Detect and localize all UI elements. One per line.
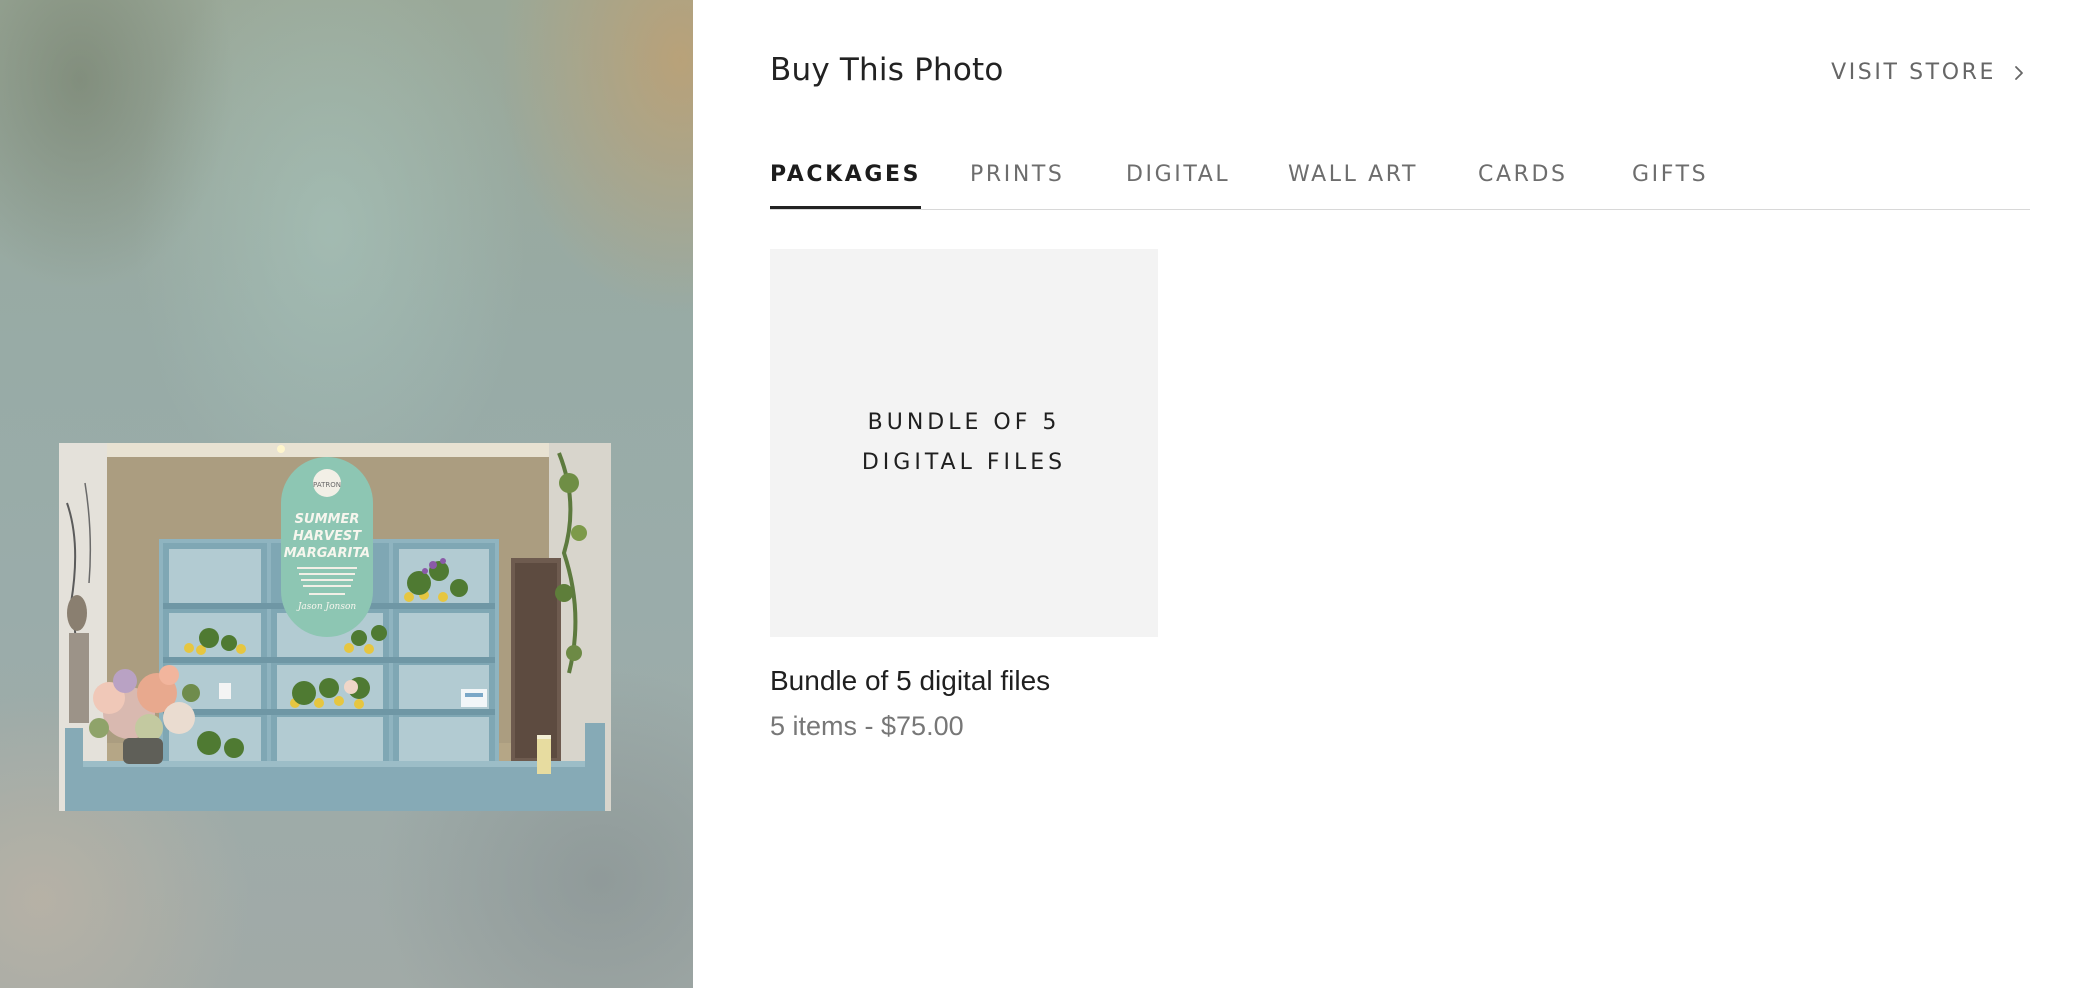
category-tabs: PACKAGES PRINTS DIGITAL WALL ART CARDS G…	[770, 155, 2030, 210]
tab-packages[interactable]: PACKAGES	[770, 159, 922, 209]
thumbnail-line-1: BUNDLE OF 5	[867, 410, 1061, 435]
product-name[interactable]: Bundle of 5 digital files	[770, 665, 1158, 697]
svg-text:Jason Jonson: Jason Jonson	[296, 602, 357, 612]
tab-cards[interactable]: CARDS	[1478, 159, 1568, 207]
tab-digital[interactable]: DIGITAL	[1126, 159, 1230, 207]
page-title: Buy This Photo	[770, 52, 1004, 88]
product-card[interactable]: BUNDLE OF 5 DIGITAL FILES Bundle of 5 di…	[770, 249, 1158, 742]
tab-prints[interactable]: PRINTS	[970, 159, 1065, 207]
thumbnail-line-2: DIGITAL FILES	[861, 450, 1067, 475]
visit-store-label: VISIT STORE	[1831, 60, 1996, 85]
tab-gifts[interactable]: GIFTS	[1632, 159, 1708, 207]
product-price: 5 items - $75.00	[770, 711, 964, 741]
svg-text:HARVEST: HARVEST	[293, 529, 362, 544]
visit-store-link[interactable]: VISIT STORE	[1831, 60, 2028, 85]
svg-text:PATRON: PATRON	[313, 481, 341, 489]
photo-pane: PATRON SUMMER HARVEST MARGARITA Jason Jo…	[0, 0, 693, 988]
product-photo: PATRON SUMMER HARVEST MARGARITA Jason Jo…	[59, 443, 611, 811]
product-thumbnail[interactable]: BUNDLE OF 5 DIGITAL FILES	[770, 249, 1158, 637]
svg-text:SUMMER: SUMMER	[295, 512, 360, 527]
chevron-right-icon	[2010, 64, 2028, 82]
svg-text:MARGARITA: MARGARITA	[284, 546, 371, 561]
app-root: PATRON SUMMER HARVEST MARGARITA Jason Jo…	[0, 0, 2080, 988]
tab-wall-art[interactable]: WALL ART	[1288, 159, 1418, 207]
